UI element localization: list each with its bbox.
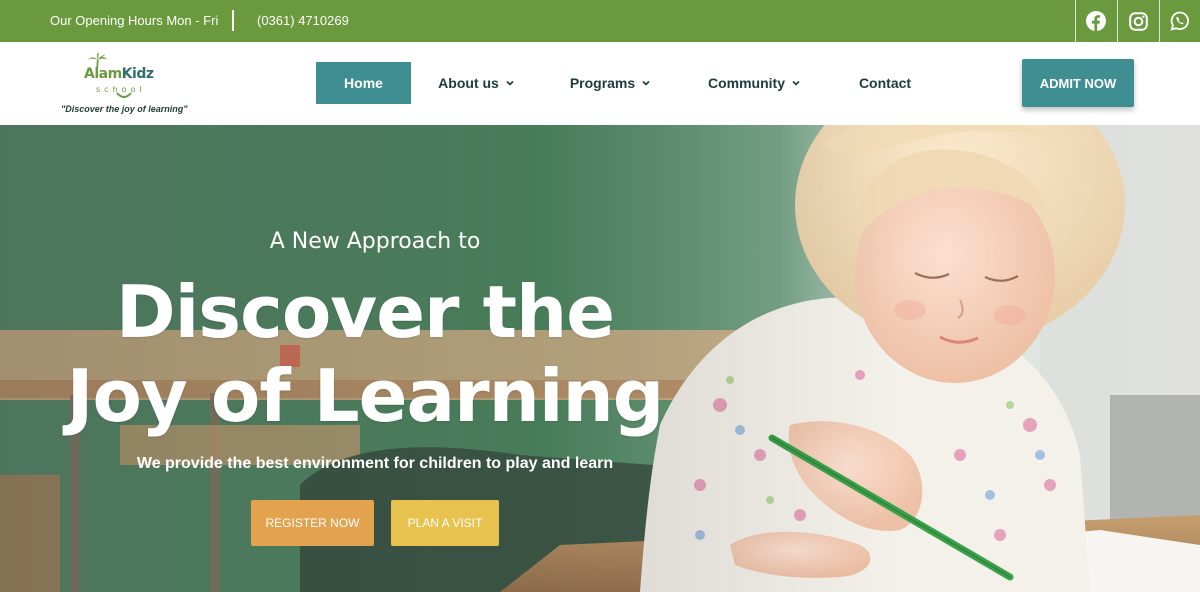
nav-programs-label: Programs [569,75,636,91]
instagram-icon [1128,11,1148,31]
logo-alam-text: Alam [84,66,122,82]
top-bar: Our Opening Hours Mon - Fri (0361) 47102… [0,0,1200,42]
alamkidz-logo[interactable]: AlamKidz school "Discover the joy of lea… [58,50,188,118]
nav-contact[interactable]: Contact [852,62,918,104]
nav-about-us-label: About us [438,75,499,91]
hero-headline: Discover the Joy of Learning [40,270,690,438]
logo-wordmark: AlamKidz [84,66,154,82]
main-header: AlamKidz school "Discover the joy of lea… [0,42,1200,125]
register-now-button[interactable]: REGISTER NOW [251,500,374,546]
nav-programs[interactable]: Programs [565,62,655,104]
logo-tagline: "Discover the joy of learning" [61,104,188,114]
smile-icon [116,92,132,98]
whatsapp-link[interactable] [1159,0,1200,42]
chevron-down-icon [642,80,650,86]
admit-now-button[interactable]: ADMIT NOW [1022,59,1134,107]
nav-community-label: Community [708,75,785,91]
whatsapp-icon [1170,11,1189,31]
nav-community[interactable]: Community [703,62,805,104]
nav-home-label: Home [344,75,383,91]
chevron-down-icon [506,80,514,86]
hero-subtitle: We provide the best environment for chil… [136,455,614,472]
nav-about-us[interactable]: About us [432,62,520,104]
phone-number[interactable]: (0361) 4710269 [257,13,349,28]
top-bar-divider [232,10,234,31]
facebook-link[interactable] [1075,0,1116,42]
hero-headline-line1: Discover the [115,270,615,354]
logo-kidz-text: Kidz [121,66,154,82]
nav-home[interactable]: Home [316,62,411,104]
hero-headline-line2: Joy of Learning [66,354,665,438]
chevron-down-icon [792,80,800,86]
nav-contact-label: Contact [858,75,912,91]
hero-section: A New Approach to Discover the Joy of Le… [0,125,1200,592]
opening-hours-text: Our Opening Hours Mon - Fri [50,13,219,28]
plan-a-visit-button[interactable]: PLAN A VISIT [391,500,499,546]
instagram-link[interactable] [1117,0,1158,42]
facebook-icon [1086,11,1106,31]
hero-kicker: A New Approach to [269,229,481,254]
